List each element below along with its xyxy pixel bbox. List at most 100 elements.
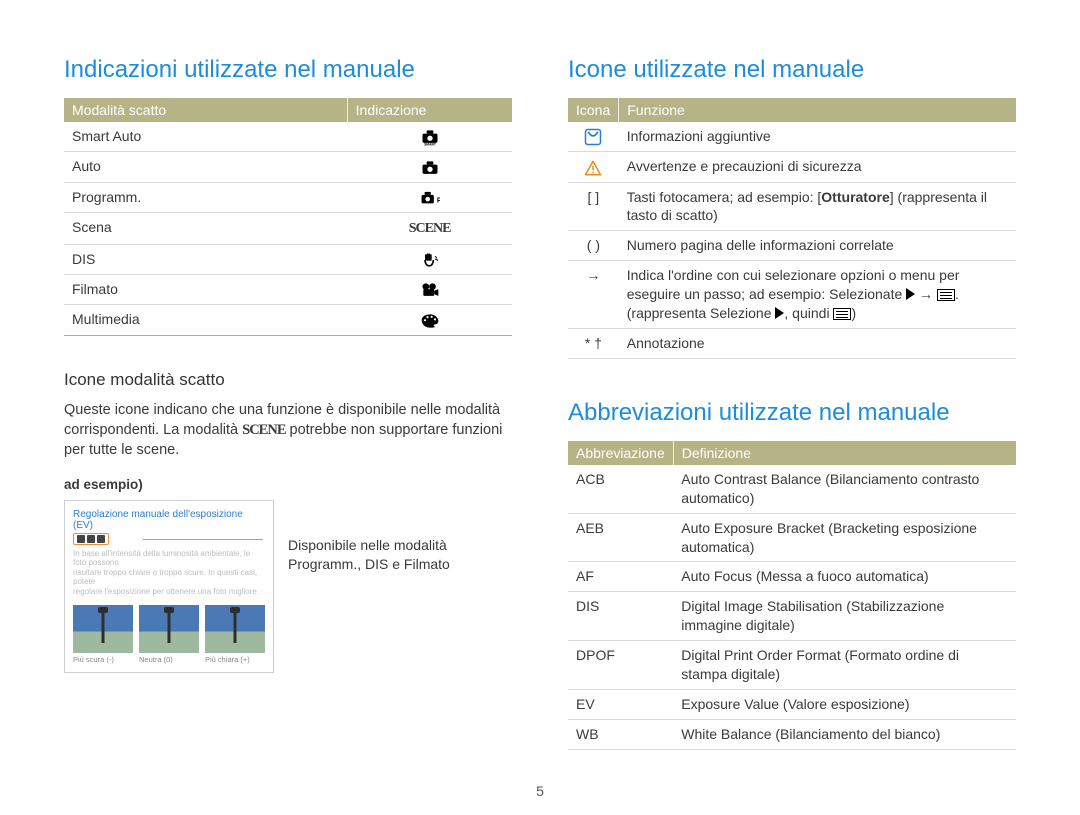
icons-title: Icone utilizzate nel manuale	[568, 56, 1016, 84]
arrow-cap-post: )	[851, 305, 856, 321]
icons-table: Icona Funzione Informazioni aggiuntive A…	[568, 98, 1016, 359]
def-cell: Digital Print Order Format (Formato ordi…	[673, 641, 1016, 690]
thumb-wrap: Più chiara (+)	[205, 605, 265, 664]
icons-th-func: Funzione	[619, 98, 1016, 122]
menu-box-icon	[833, 308, 851, 320]
icon-desc: Tasti fotocamera; ad esempio: [Otturator…	[619, 182, 1016, 231]
table-row: ACBAuto Contrast Balance (Bilanciamento …	[568, 465, 1016, 513]
parens-icon: ( )	[568, 231, 619, 261]
shooting-icons-para: Queste icone indicano che una funzione è…	[64, 400, 512, 461]
desc-pre: Tasti fotocamera; ad esempio: [	[627, 189, 822, 205]
table-row: ( ) Numero pagina delle informazioni cor…	[568, 231, 1016, 261]
thumb-image	[73, 605, 133, 653]
thumb-image	[205, 605, 265, 653]
camera-p-icon: P	[347, 182, 512, 212]
example-thumbs: Più scura (-) Neutra (0) Più chiara (+)	[73, 605, 265, 664]
left-column: Indicazioni utilizzate nel manuale Modal…	[64, 56, 512, 750]
def-cell: Auto Focus (Messa a fuoco automatica)	[673, 562, 1016, 592]
abbr-th-abbr: Abbreviazione	[568, 441, 673, 465]
abbr-cell: DIS	[568, 592, 673, 641]
example-box: Regolazione manuale dell'esposizione (EV…	[64, 500, 274, 673]
abbr-title: Abbreviazioni utilizzate nel manuale	[568, 399, 1016, 427]
menu-box-icon	[937, 289, 955, 301]
desc-bold: Otturatore	[821, 189, 889, 205]
table-row: Multimedia	[64, 305, 512, 335]
blur-line: regolare l'esposizione per ottenere una …	[73, 587, 259, 596]
movie-camera-icon	[347, 275, 512, 305]
shooting-icons-heading: Icone modalità scatto	[64, 370, 512, 390]
table-row: Programm. P	[64, 182, 512, 212]
abbr-cell: EV	[568, 689, 673, 719]
example-blur-text: In base all'intensità della luminosità a…	[73, 549, 265, 597]
abbr-cell: AEB	[568, 513, 673, 562]
scene-word-icon: SCENE	[242, 422, 285, 438]
brackets-icon: [ ]	[568, 182, 619, 231]
table-row: [ ] Tasti fotocamera; ad esempio: [Ottur…	[568, 182, 1016, 231]
modes-table: Modalità scatto Indicazione Smart Auto S…	[64, 98, 512, 336]
abbr-cell: ACB	[568, 465, 673, 513]
left-title: Indicazioni utilizzate nel manuale	[64, 56, 512, 84]
table-row: AEBAuto Exposure Bracket (Bracketing esp…	[568, 513, 1016, 562]
icon-desc: Informazioni aggiuntive	[619, 122, 1016, 152]
thumb-caption: Neutra (0)	[139, 655, 199, 664]
def-cell: White Balance (Bilanciamento del bianco)	[673, 719, 1016, 749]
ev-badge-row	[73, 533, 265, 545]
warning-icon	[568, 152, 619, 182]
palette-icon	[347, 305, 512, 335]
table-row: * † Annotazione	[568, 328, 1016, 358]
table-row: AFAuto Focus (Messa a fuoco automatica)	[568, 562, 1016, 592]
thumb-wrap: Neutra (0)	[139, 605, 199, 664]
table-row: DIS	[64, 244, 512, 274]
abbr-th-def: Definizione	[673, 441, 1016, 465]
svg-text:SMART: SMART	[424, 143, 436, 147]
mode-cell: Smart Auto	[64, 122, 347, 152]
table-row: DPOFDigital Print Order Format (Formato …	[568, 641, 1016, 690]
thumb-image	[139, 605, 199, 653]
blur-line: In base all'intensità della luminosità a…	[73, 549, 250, 568]
table-row: Filmato	[64, 275, 512, 305]
page-columns: Indicazioni utilizzate nel manuale Modal…	[64, 56, 1016, 750]
table-row: Smart Auto SMART	[64, 122, 512, 152]
thumb-wrap: Più scura (-)	[73, 605, 133, 664]
table-row: → Indica l'ordine con cui selezionare op…	[568, 261, 1016, 329]
mode-cell: Scena	[64, 212, 347, 244]
table-row: Informazioni aggiuntive	[568, 122, 1016, 152]
footnote-icon: * †	[568, 328, 619, 358]
camera-icon	[347, 152, 512, 182]
callout-line	[143, 539, 263, 540]
mode-badge	[73, 533, 109, 545]
example-note: Disponibile nelle modalità Programm., DI…	[288, 536, 512, 575]
example-title: Regolazione manuale dell'esposizione (EV…	[73, 509, 265, 531]
def-cell: Auto Exposure Bracket (Bracketing esposi…	[673, 513, 1016, 562]
abbr-cell: WB	[568, 719, 673, 749]
mode-cell: Programm.	[64, 182, 347, 212]
example-label: ad esempio)	[64, 477, 512, 492]
modes-th-mode: Modalità scatto	[64, 98, 347, 122]
thumb-caption: Più scura (-)	[73, 655, 133, 664]
play-icon	[906, 288, 915, 300]
mode-cell: Multimedia	[64, 305, 347, 335]
right-column: Icone utilizzate nel manuale Icona Funzi…	[568, 56, 1016, 750]
abbr-table: Abbreviazione Definizione ACBAuto Contra…	[568, 441, 1016, 750]
icons-th-icon: Icona	[568, 98, 619, 122]
icon-desc: Numero pagina delle informazioni correla…	[619, 231, 1016, 261]
abbr-cell: AF	[568, 562, 673, 592]
mode-cell: DIS	[64, 244, 347, 274]
abbr-cell: DPOF	[568, 641, 673, 690]
hand-wave-icon	[347, 244, 512, 274]
icon-desc: Annotazione	[619, 328, 1016, 358]
camera-smart-icon: SMART	[347, 122, 512, 152]
svg-text:P: P	[436, 198, 439, 205]
info-icon	[568, 122, 619, 152]
table-row: Auto	[64, 152, 512, 182]
icon-desc: Indica l'ordine con cui selezionare opzi…	[619, 261, 1016, 329]
page-number: 5	[0, 783, 1080, 799]
example-row: Regolazione manuale dell'esposizione (EV…	[64, 500, 512, 673]
table-row: WBWhite Balance (Bilanciamento del bianc…	[568, 719, 1016, 749]
blur-line: risultare troppo chiare o troppo scure. …	[73, 568, 257, 587]
table-row: Scena SCENE	[64, 212, 512, 244]
mode-cell: Auto	[64, 152, 347, 182]
table-row: DISDigital Image Stabilisation (Stabiliz…	[568, 592, 1016, 641]
mode-cell: Filmato	[64, 275, 347, 305]
table-row: EVExposure Value (Valore esposizione)	[568, 689, 1016, 719]
